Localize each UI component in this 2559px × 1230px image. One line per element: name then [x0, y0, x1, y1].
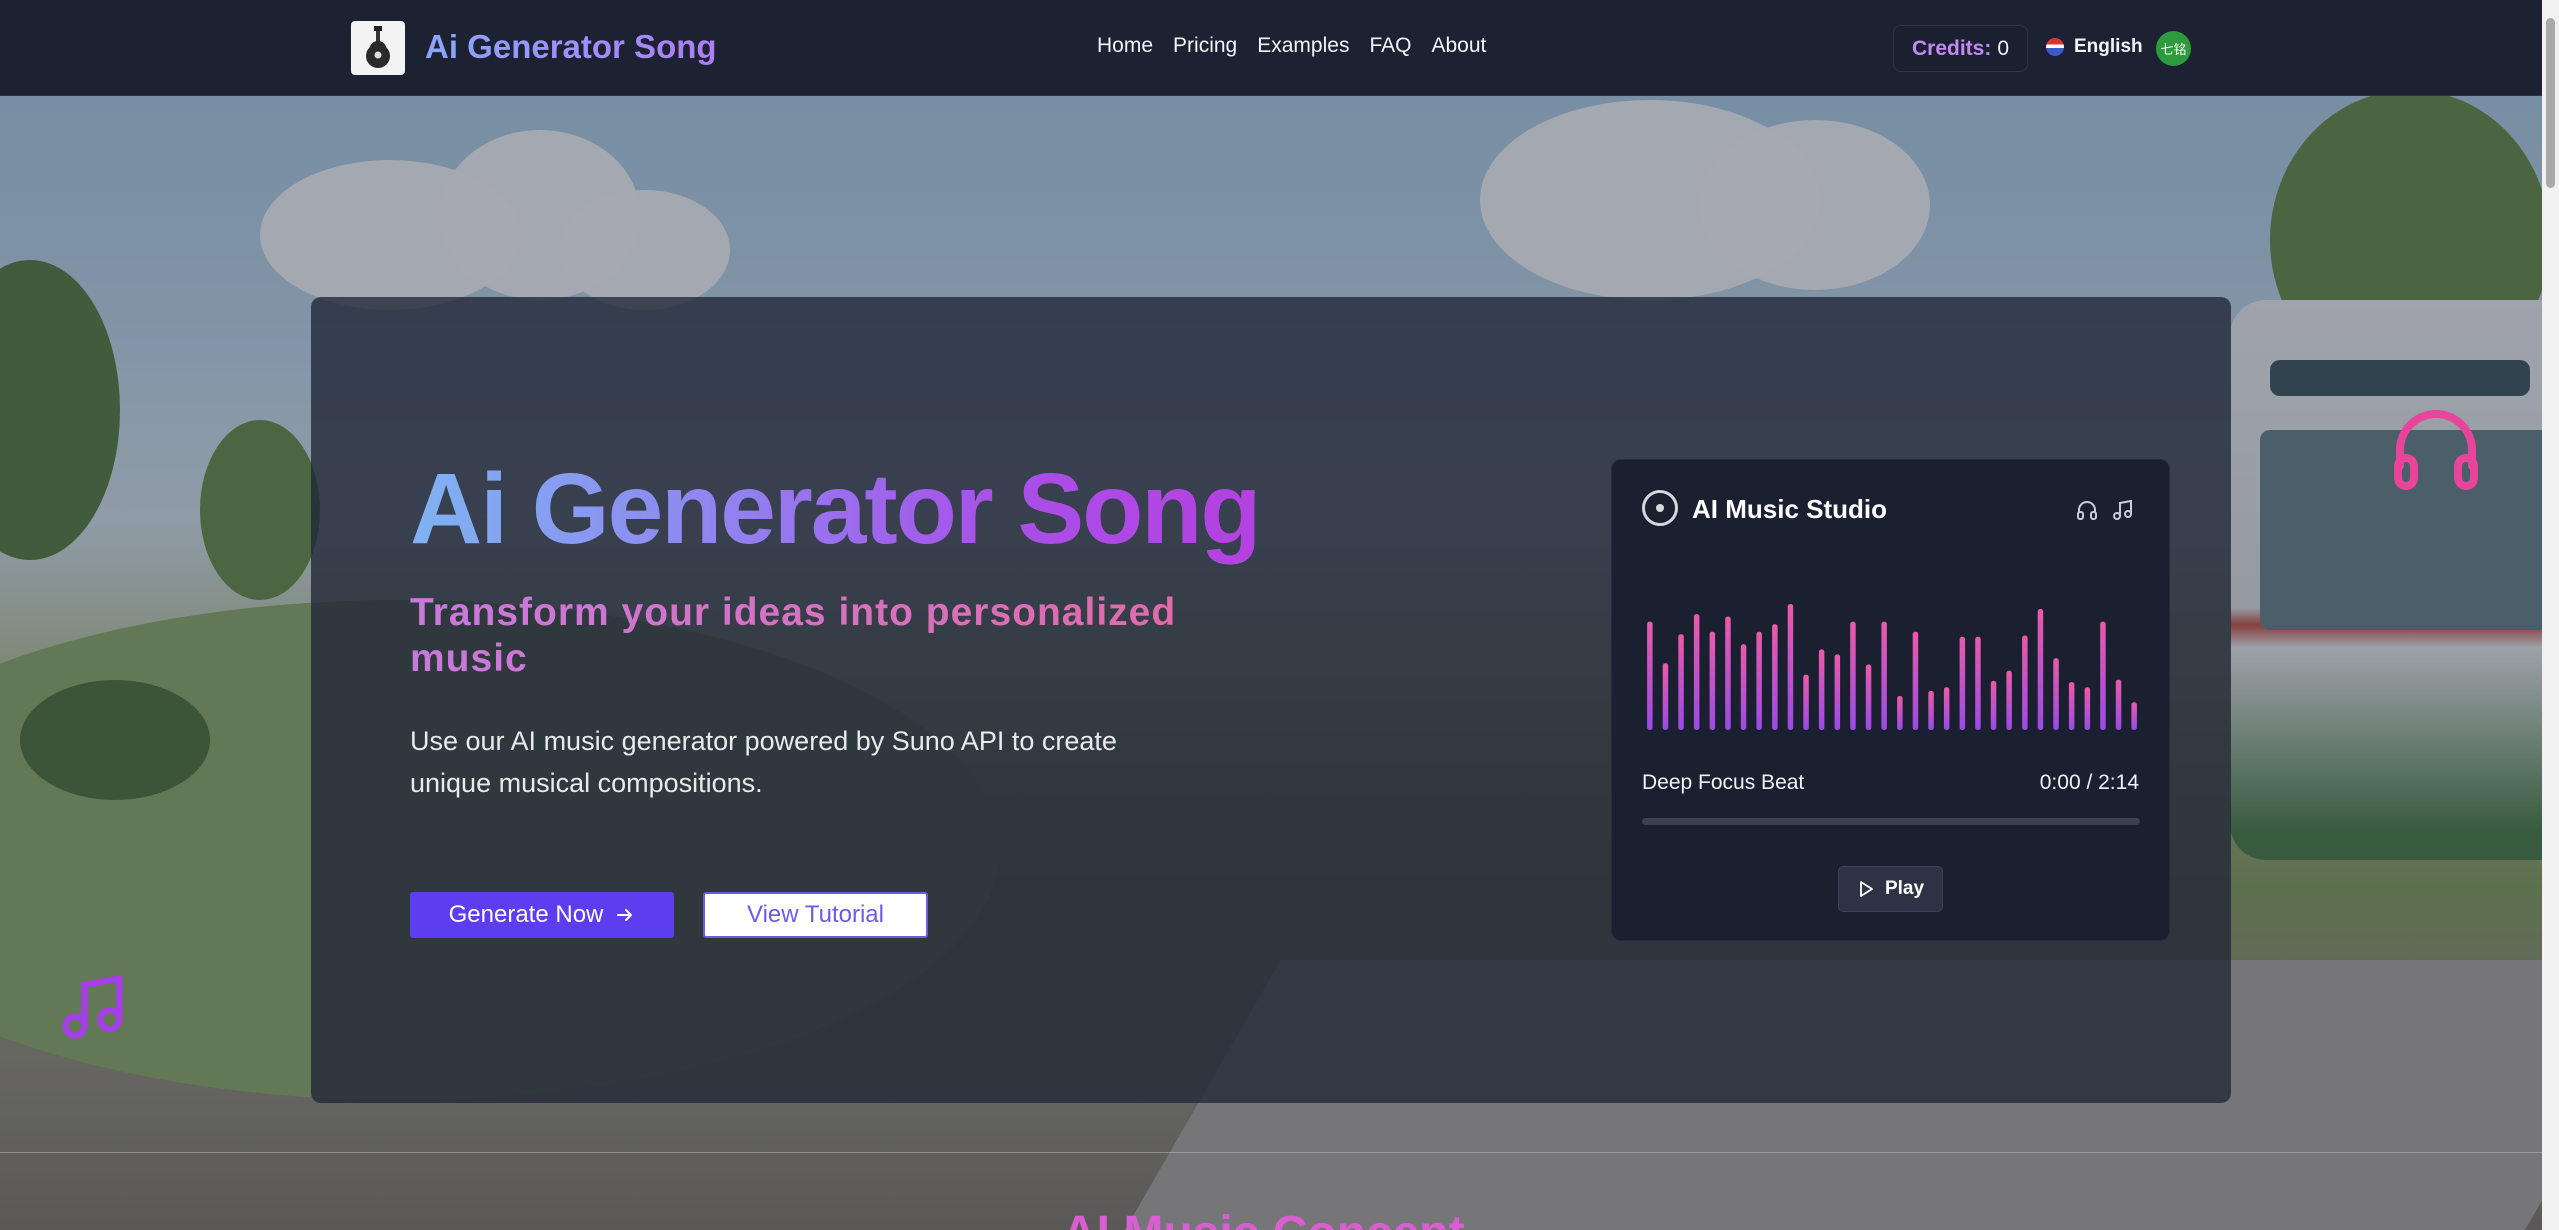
- brand-name[interactable]: Ai Generator Song: [425, 28, 717, 66]
- view-tutorial-button[interactable]: View Tutorial: [703, 892, 928, 938]
- equalizer-bar: [1678, 634, 1684, 730]
- equalizer-bar: [1990, 680, 1997, 730]
- flag-icon: [2046, 38, 2064, 56]
- nav-pricing[interactable]: Pricing: [1173, 34, 1237, 58]
- hero-description: Use our AI music generator powered by Su…: [410, 726, 1117, 798]
- equalizer-bar: [1647, 621, 1653, 730]
- nav-examples[interactable]: Examples: [1257, 34, 1349, 58]
- equalizer-bar: [1787, 604, 1794, 730]
- equalizer-bar: [1662, 663, 1669, 730]
- equalizer-bar: [1772, 624, 1778, 730]
- equalizer-bar: [1959, 636, 1966, 730]
- page: Ai Generator Song Home Pricing Examples …: [0, 0, 2559, 1230]
- nav-home[interactable]: Home: [1097, 34, 1153, 58]
- headphones-icon[interactable]: [2075, 498, 2099, 522]
- language-selector[interactable]: English: [2046, 36, 2143, 58]
- credits-badge[interactable]: Credits: 0: [1893, 25, 2029, 72]
- equalizer-bar: [1912, 631, 1919, 730]
- nav-about[interactable]: About: [1431, 34, 1486, 58]
- equalizer-bar: [2006, 670, 2012, 730]
- equalizer-visualizer: [1647, 604, 2137, 730]
- music-studio-card: AI Music Studio Deep Focus Beat 0:00 / 2…: [1611, 459, 2170, 941]
- play-button[interactable]: Play: [1838, 866, 1943, 912]
- equalizer-bar: [1834, 654, 1841, 730]
- play-icon: [1860, 881, 1873, 897]
- equalizer-bar: [2037, 609, 2044, 730]
- music-note-icon[interactable]: [2111, 498, 2135, 522]
- track-time: 0:00 / 2:14: [2039, 771, 2139, 794]
- hero-subtitle: Transform your ideas into personalized m…: [410, 590, 1210, 682]
- section-heading: AI Music Concept: [1062, 1206, 1465, 1230]
- headphones-icon: [2394, 410, 2478, 490]
- avatar[interactable]: 七铭: [2156, 31, 2191, 66]
- equalizer-bar: [1740, 644, 1747, 730]
- equalizer-bar: [1865, 664, 1872, 730]
- equalizer-bar: [1725, 616, 1731, 730]
- equalizer-bar: [1897, 696, 1903, 730]
- equalizer-bar: [2022, 635, 2028, 730]
- equalizer-bar: [1756, 631, 1762, 730]
- disc-icon: [1642, 490, 1678, 526]
- studio-title: AI Music Studio: [1692, 494, 1887, 524]
- equalizer-bar: [1881, 621, 1887, 730]
- equalizer-bar: [2115, 679, 2122, 730]
- progress-bar[interactable]: [1642, 818, 2140, 825]
- language-label: English: [2074, 36, 2143, 57]
- page-scrollbar[interactable]: [2542, 0, 2559, 1230]
- nav-faq[interactable]: FAQ: [1369, 34, 1411, 58]
- credits-value: 0: [1997, 36, 2010, 60]
- equalizer-bar: [1928, 690, 1934, 730]
- equalizer-bar: [1943, 687, 1950, 730]
- logo[interactable]: [351, 21, 405, 75]
- generate-now-button[interactable]: Generate Now: [410, 892, 674, 938]
- play-label: Play: [1884, 878, 1925, 899]
- generate-now-label: Generate Now: [448, 901, 604, 928]
- equalizer-bar: [1975, 636, 1981, 730]
- equalizer-bar: [1803, 674, 1809, 730]
- equalizer-bar: [2053, 658, 2059, 730]
- equalizer-bar: [2131, 702, 2137, 730]
- equalizer-bar: [2100, 621, 2106, 730]
- hero-title: Ai Generator Song: [410, 453, 1261, 565]
- equalizer-bar: [1818, 649, 1825, 730]
- top-nav-bar: Ai Generator Song Home Pricing Examples …: [0, 0, 2542, 96]
- track-name: Deep Focus Beat: [1642, 771, 1805, 794]
- equalizer-bar: [1693, 614, 1700, 730]
- studio-actions: [2075, 498, 2135, 522]
- arrow-right-icon: [617, 909, 633, 921]
- equalizer-bar: [2084, 687, 2091, 730]
- scrollbar-thumb[interactable]: [2546, 18, 2555, 188]
- credits-label: Credits:: [1912, 36, 1992, 60]
- equalizer-bar: [1709, 631, 1716, 730]
- section-divider: [0, 1152, 2542, 1153]
- music-note-icon: [62, 974, 123, 1039]
- guitar-icon: [366, 26, 390, 68]
- equalizer-bar: [1850, 621, 1856, 730]
- main-nav: Home Pricing Examples FAQ About: [1097, 34, 1486, 58]
- equalizer-bar: [2068, 682, 2075, 730]
